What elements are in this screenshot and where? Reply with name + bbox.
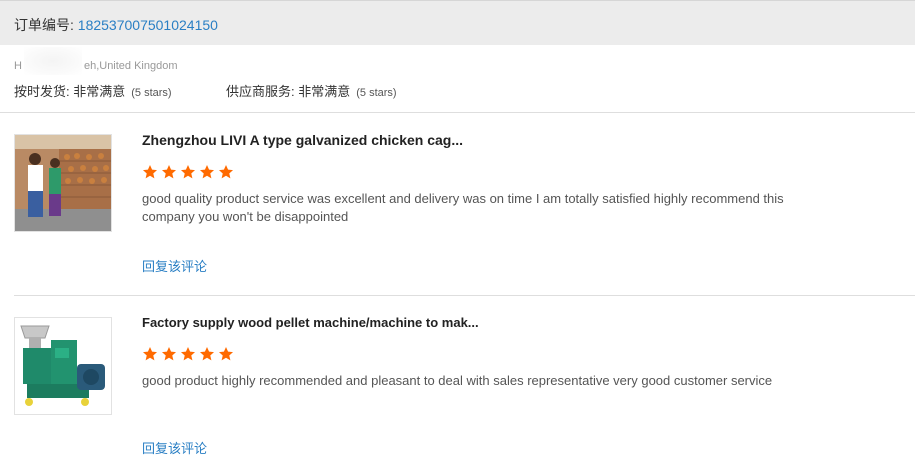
buyer-name-end: eh,United Kingdom: [83, 59, 178, 72]
star-icon: [181, 347, 195, 361]
reply-to-review-link[interactable]: 回复该评论: [142, 438, 207, 457]
star-icon: [162, 165, 176, 179]
star-icon: [200, 347, 214, 361]
delivery-label: 按时发货:: [14, 84, 74, 99]
chicken-cage-photo-icon: [15, 135, 111, 231]
review-text: good product highly recommended and plea…: [142, 373, 773, 388]
product-title-link[interactable]: Zhengzhou LIVI A type galvanized chicken…: [142, 132, 463, 148]
star-icon: [181, 165, 195, 179]
star-icon: [143, 347, 157, 361]
review-text: good quality product service was excelle…: [142, 191, 784, 224]
supplier-service-rating: 供应商服务: 非常满意 (5 stars): [226, 81, 397, 100]
product-title-link[interactable]: Factory supply wood pellet machine/machi…: [142, 315, 479, 330]
order-number-label: 订单编号:: [14, 17, 78, 33]
order-number-link[interactable]: 182537007501024150: [78, 17, 218, 33]
delivery-value: 非常满意: [73, 84, 126, 99]
reply-to-review-link[interactable]: 回复该评论: [142, 256, 207, 275]
service-value: 非常满意: [298, 84, 351, 99]
product-thumbnail[interactable]: [14, 317, 112, 415]
star-icon: [143, 165, 157, 179]
star-icon: [219, 347, 233, 361]
star-icon: [200, 165, 214, 179]
review-star-rating: [142, 346, 234, 362]
order-number-line: 订单编号: 182537007501024150: [14, 15, 218, 35]
buyer-name-start: H: [14, 59, 22, 72]
service-stars-text: (5 stars): [356, 87, 397, 99]
section-divider: [0, 112, 915, 113]
review-star-rating: [142, 164, 234, 180]
product-thumbnail[interactable]: [14, 134, 112, 232]
service-label: 供应商服务:: [226, 84, 299, 99]
buyer-location: Heh,United Kingdom: [14, 47, 178, 75]
star-icon: [219, 165, 233, 179]
order-header: 订单编号: 182537007501024150: [0, 0, 915, 45]
delivery-stars-text: (5 stars): [131, 87, 172, 99]
redacted-name-blur: [23, 47, 82, 75]
star-icon: [162, 347, 176, 361]
pellet-machine-photo-icon: [15, 318, 111, 414]
review-divider: [14, 295, 915, 296]
delivery-rating: 按时发货: 非常满意 (5 stars): [14, 81, 172, 100]
